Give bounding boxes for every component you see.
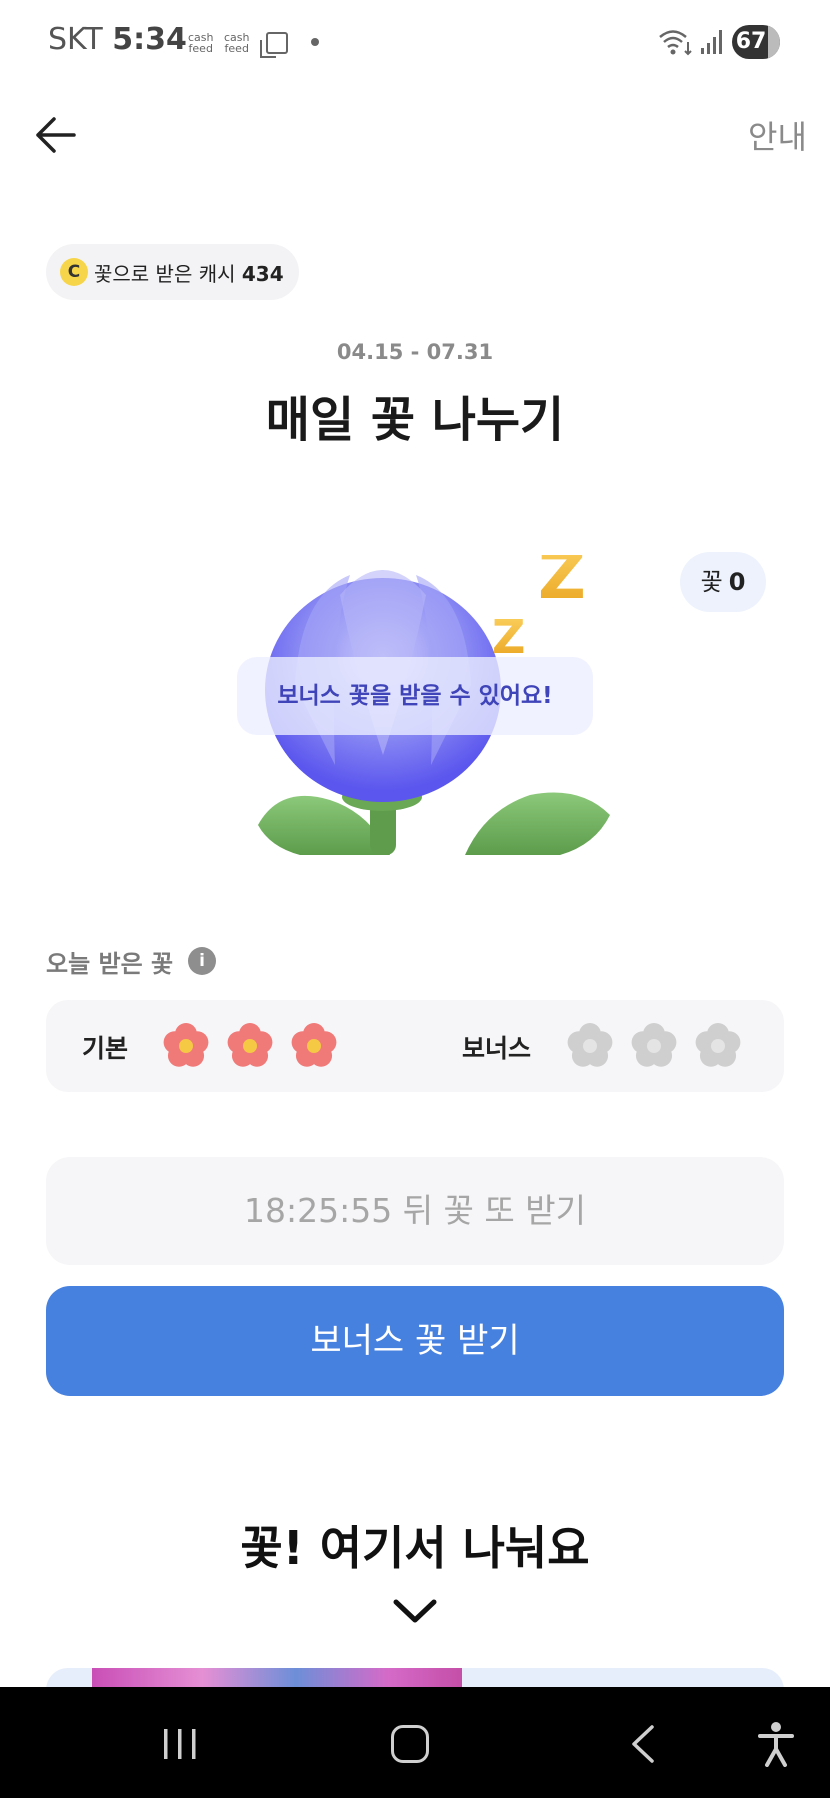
cash-earned-text: 꽃으로 받은 캐시 xyxy=(94,262,236,286)
bonus-flowers-label: 보너스 xyxy=(462,1034,532,1063)
cash-earned-chip[interactable]: C 꽃으로 받은 캐시 434 xyxy=(46,244,299,300)
arrow-left-icon xyxy=(36,117,76,153)
bonus-flower-icon xyxy=(631,1023,677,1067)
clock: 5:34 xyxy=(112,22,187,57)
guide-button[interactable]: 안내 xyxy=(748,112,807,158)
home-icon[interactable] xyxy=(391,1725,429,1763)
event-period: 04.15 - 07.31 xyxy=(336,340,494,364)
status-carrier-time: SKT 5:34 xyxy=(48,22,187,57)
chevron-down-icon[interactable] xyxy=(390,1592,440,1628)
back-button[interactable] xyxy=(26,110,86,160)
cash-earned-label: 꽃으로 받은 캐시 434 xyxy=(94,258,284,287)
share-section-title: 꽃! 여기서 나눠요 xyxy=(240,1521,590,1575)
flower-count-value: 0 xyxy=(728,568,746,596)
accessibility-icon[interactable] xyxy=(756,1721,796,1767)
signal-icon xyxy=(701,30,722,54)
cashfeed-notification-icon-2: cash feed xyxy=(224,31,250,55)
page-title: 매일 꽃 나누기 xyxy=(265,392,565,448)
flower-count-badge: 꽃0 xyxy=(680,552,766,612)
cash-coin-icon: C xyxy=(60,258,88,286)
recent-apps-icon[interactable] xyxy=(162,1727,198,1761)
basic-flowers-label: 기본 xyxy=(82,1034,129,1063)
today-flowers-label: 오늘 받은 꽃 xyxy=(46,950,174,978)
status-bar: SKT 5:34 cash feed cash feed 67 xyxy=(0,0,830,86)
battery-indicator: 67 xyxy=(732,25,780,59)
screenshot-icon xyxy=(260,32,288,58)
system-nav-bar xyxy=(0,1687,830,1798)
zzz-large: Z xyxy=(538,555,586,614)
bonus-available-bubble: 보너스 꽃을 받을 수 있어요! xyxy=(237,657,593,735)
next-flower-timer: 18:25:55 뒤 꽃 또 받기 xyxy=(46,1157,784,1265)
bonus-flower-icon xyxy=(695,1023,741,1067)
basic-flower-icon xyxy=(163,1023,209,1067)
cashfeed-notification-icon: cash feed xyxy=(188,31,214,55)
flower-count-label: 꽃 xyxy=(700,568,723,596)
basic-flower-icon xyxy=(227,1023,273,1067)
cash-earned-amount: 434 xyxy=(241,262,284,286)
more-notifications-dot xyxy=(311,38,319,46)
carrier-label: SKT xyxy=(48,22,103,57)
basic-flower-icon xyxy=(291,1023,337,1067)
right-leaf xyxy=(465,792,610,855)
zzz-small: Z xyxy=(492,610,525,664)
back-icon[interactable] xyxy=(628,1723,658,1765)
today-flowers-panel: 기본 보너스 xyxy=(46,1000,784,1092)
battery-level: 67 xyxy=(735,29,767,54)
get-bonus-flower-button[interactable]: 보너스 꽃 받기 xyxy=(46,1286,784,1396)
bonus-flower-icon xyxy=(567,1023,613,1067)
info-icon[interactable]: i xyxy=(188,947,216,975)
wifi-icon xyxy=(659,30,692,56)
